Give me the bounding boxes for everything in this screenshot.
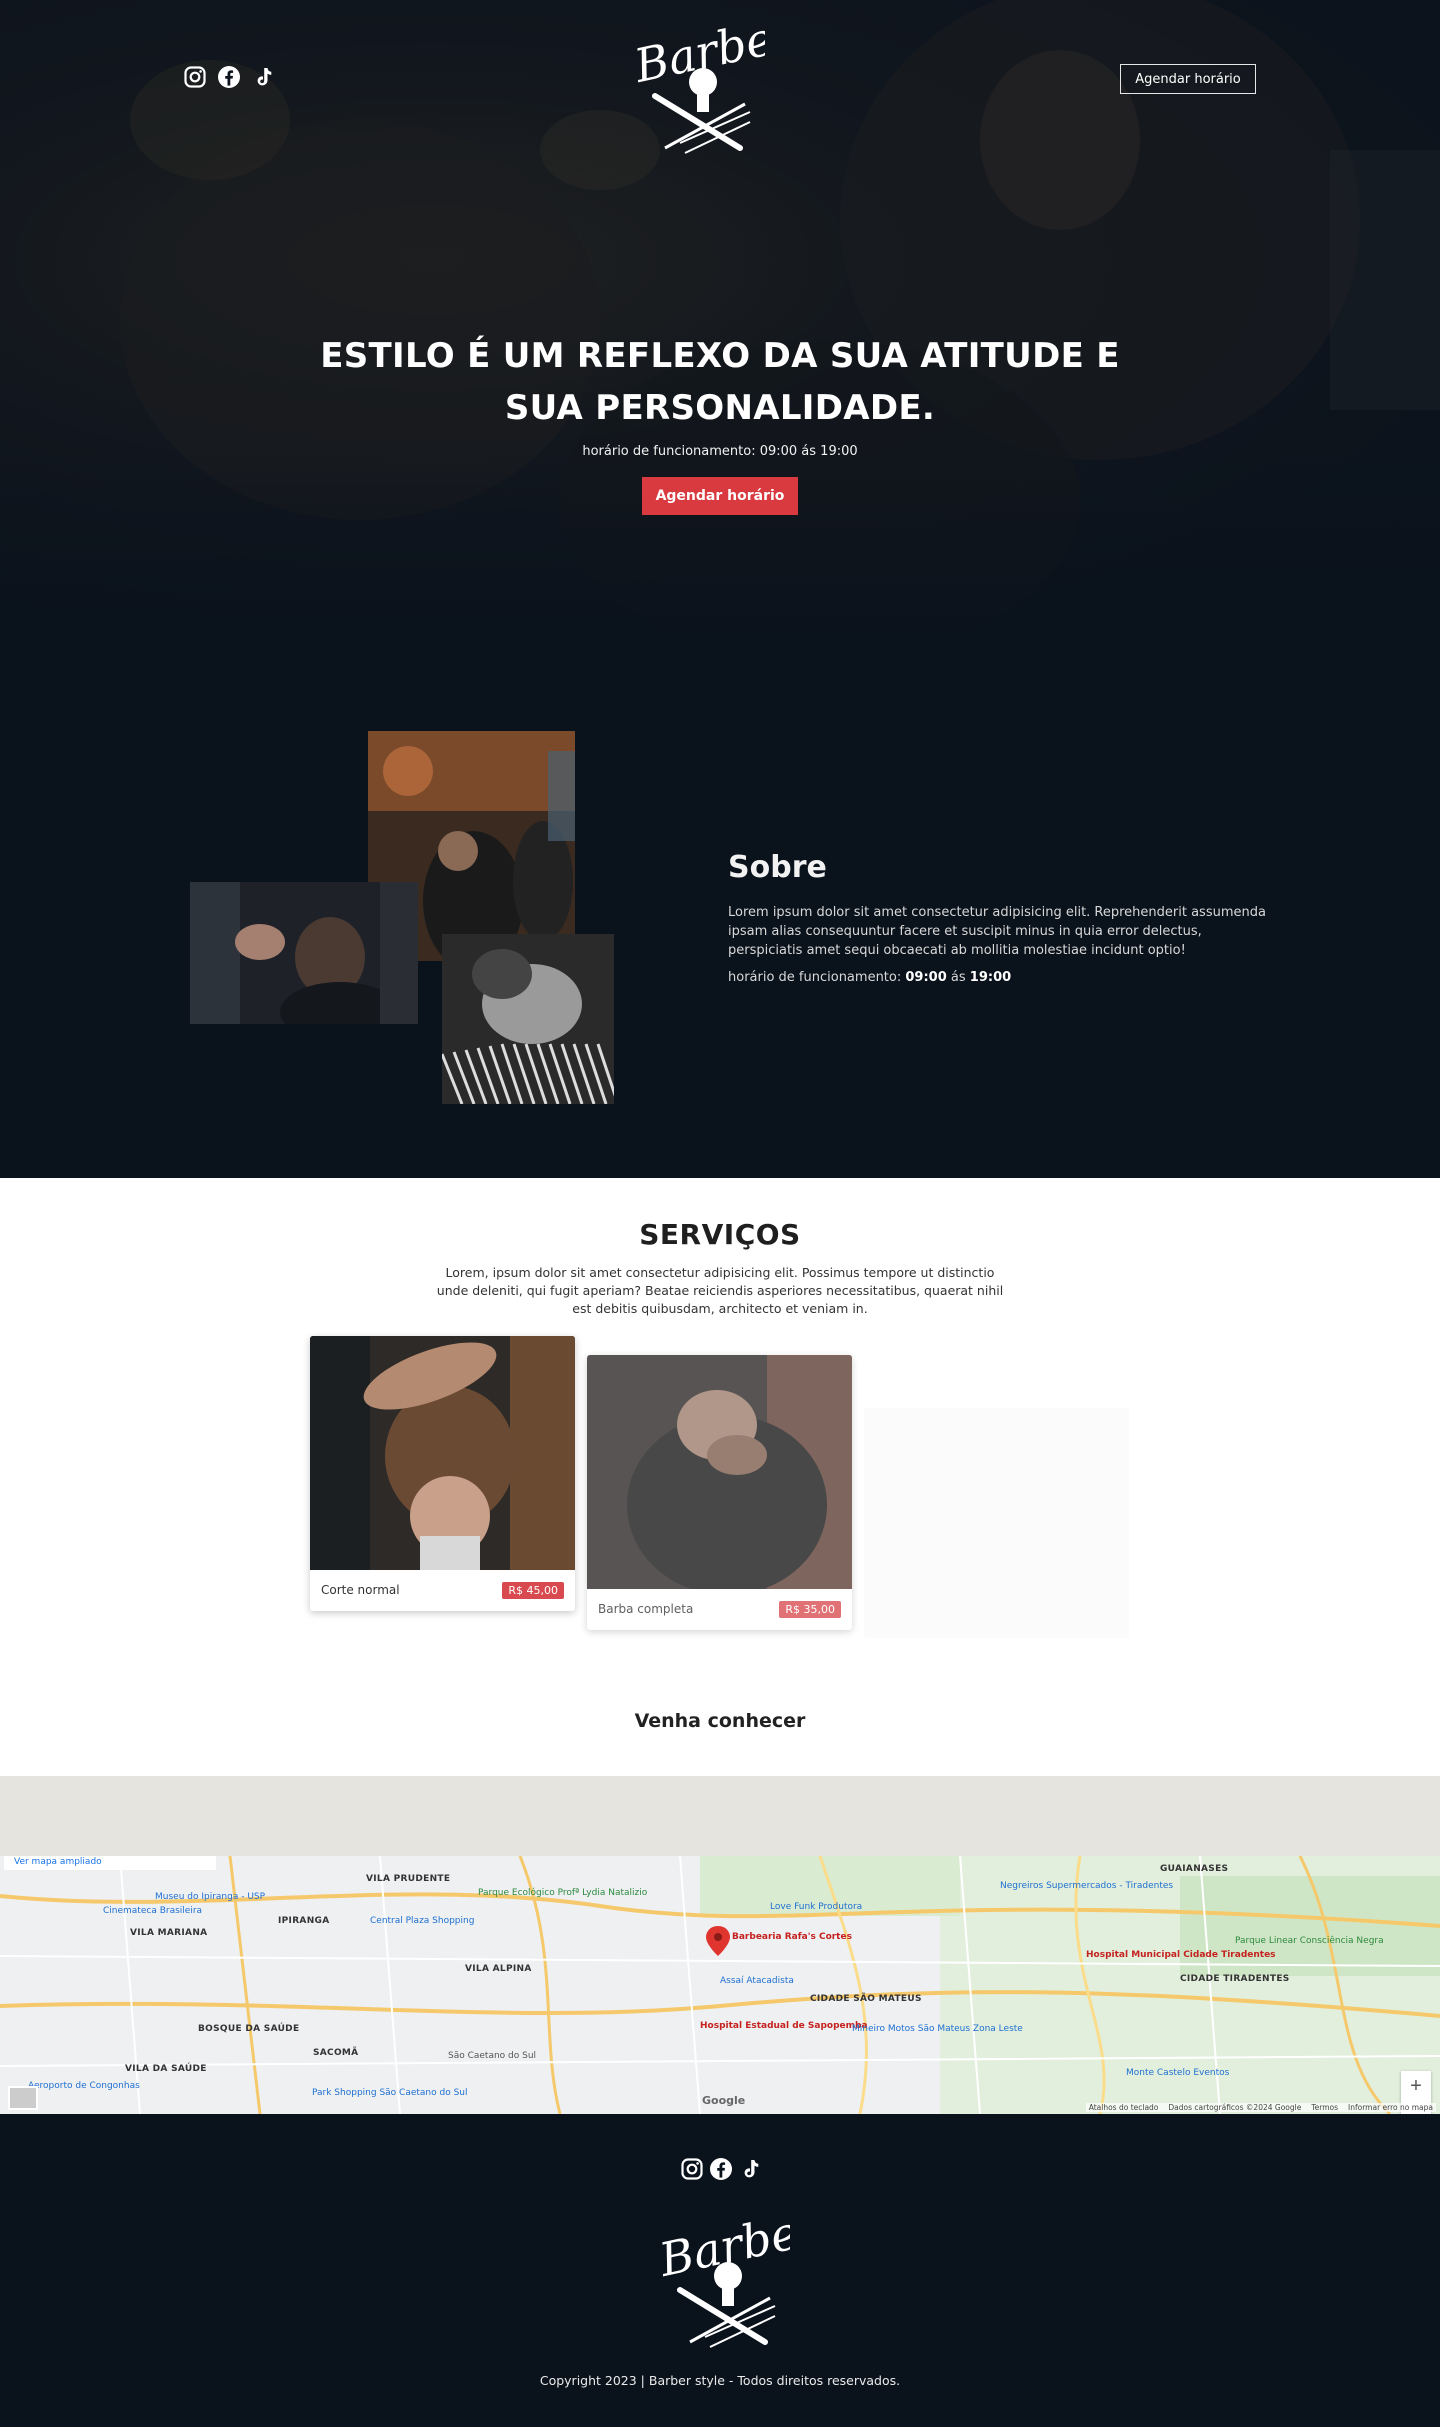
service-image-beard (587, 1355, 852, 1589)
about-text: Sobre Lorem ipsum dolor sit amet consect… (728, 850, 1268, 985)
hero-title-line1: ESTILO É UM REFLEXO DA SUA ATITUDE E (320, 336, 1120, 376)
copyright-text: Copyright 2023 | Barber style - Todos di… (539, 2373, 901, 2388)
map-attribution: Atalhos do teclado Dados cartográficos ©… (1085, 2103, 1436, 2112)
instagram-icon[interactable] (183, 65, 207, 89)
about-title: Sobre (728, 850, 827, 885)
hero-title-line2: SUA PERSONALIDADE. (504, 388, 936, 428)
about-body: Lorem ipsum dolor sit amet consectetur a… (728, 905, 1266, 958)
google-map[interactable]: VILA PRUDENTE IPIRANGA VILA MARIANA VILA… (0, 1856, 1440, 2114)
services-section: SERVIÇOS Lorem, ipsum dolor sit amet con… (0, 1178, 1440, 1776)
map-label: VILA MARIANA (130, 1928, 208, 1938)
service-price-badge: R$ 35,00 (779, 1600, 841, 1618)
view-larger-map-link[interactable]: Ver mapa ampliado (4, 1856, 216, 1870)
footer-socials (680, 2157, 762, 2181)
service-card-footer: Corte normal R$ 45,00 (310, 1570, 575, 1610)
hero-hours: horário de funcionamento: 09:00 ás 19:00 (582, 444, 858, 459)
service-price-badge: R$ 45,00 (502, 1581, 564, 1599)
instagram-icon[interactable] (680, 2157, 704, 2181)
keyboard-shortcuts-link[interactable]: Atalhos do teclado (1089, 2103, 1159, 2112)
footer-barber-logo: Barber (654, 2202, 790, 2348)
map-label: Negreiros Supermercados - Tiradentes (1000, 1881, 1174, 1891)
about-hours-open: 09:00 (905, 970, 947, 985)
service-card-haircut[interactable]: Corte normal R$ 45,00 (310, 1336, 575, 1611)
map-label: CIDADE TIRADENTES (1180, 1974, 1290, 1984)
map-label: VILA DA SAÚDE (125, 2064, 207, 2074)
facebook-icon[interactable] (709, 2157, 733, 2181)
map-label: São Caetano do Sul (448, 2051, 537, 2061)
map-business-label[interactable]: Barbearia Rafa's Cortes (732, 1932, 852, 1942)
hero-schedule-button[interactable]: Agendar horário (642, 477, 798, 515)
map-label: SACOMÃ (313, 2048, 359, 2058)
map-label: Mineiro Motos São Mateus Zona Leste (852, 2024, 1023, 2034)
map-label: CIDADE SÃO MATEUS (810, 1994, 922, 2004)
map-label: Parque Ecológico Profª Lydia Natalizio (478, 1888, 648, 1898)
service-card-footer: Barba completa R$ 35,00 (587, 1589, 852, 1629)
services-title: SERVIÇOS (639, 1218, 801, 1251)
map-label: Assaí Atacadista (720, 1976, 794, 1986)
about-hours-close: 19:00 (969, 970, 1012, 985)
zoom-in-button[interactable]: + (1401, 2071, 1431, 2101)
map-label: Parque Linear Consciência Negra (1235, 1936, 1384, 1946)
about-hours-prefix: horário de funcionamento: (728, 970, 906, 985)
map-label: Park Shopping São Caetano do Sul (312, 2088, 468, 2098)
report-error-link[interactable]: Informar erro no mapa (1348, 2103, 1433, 2112)
map-label: Hospital Municipal Cidade Tiradentes (1086, 1950, 1276, 1960)
services-description: Lorem, ipsum dolor sit amet consectetur … (436, 1265, 1004, 1316)
terms-link[interactable]: Termos (1311, 2103, 1338, 2112)
map-label: Cinemateca Brasileira (103, 1906, 203, 1916)
hero-title: ESTILO É UM REFLEXO DA SUA ATITUDE E SUA… (0, 330, 1440, 434)
service-image-haircut (310, 1336, 575, 1570)
map-label: Museu do Ipiranga - USP (155, 1892, 266, 1902)
footer: Barber Copyright 2023 | Barber style - T… (0, 2114, 1440, 2427)
hero-section: Barber Agendar horário ESTILO É UM REFLE… (0, 0, 1440, 650)
service-name: Barba completa (598, 1602, 694, 1616)
map-section[interactable]: VILA PRUDENTE IPIRANGA VILA MARIANA VILA… (0, 1776, 1440, 2114)
service-name: Corte normal (321, 1583, 400, 1597)
about-image-shave (442, 934, 614, 1104)
barber-logo: Barber (629, 8, 765, 154)
map-label: IPIRANGA (278, 1916, 330, 1926)
about-image-haircut (190, 882, 418, 1024)
header-socials (183, 65, 275, 89)
map-label: Hospital Estadual de Sapopemba (700, 2021, 868, 2031)
about-hours: horário de funcionamento: 09:00 ás 19:00 (728, 970, 1268, 985)
tiktok-icon[interactable] (738, 2157, 762, 2181)
map-label: GUAIANASES (1160, 1864, 1229, 1874)
map-top-band (0, 1776, 1440, 1856)
service-card-beard[interactable]: Barba completa R$ 35,00 (587, 1355, 852, 1630)
map-label: Love Funk Produtora (770, 1902, 863, 1912)
map-label: Monte Castelo Eventos (1126, 2068, 1230, 2078)
map-label: Central Plaza Shopping (370, 1916, 475, 1926)
map-label: VILA PRUDENTE (366, 1874, 451, 1884)
tiktok-icon[interactable] (251, 65, 275, 89)
about-hours-sep: ás (946, 970, 970, 985)
header-schedule-button[interactable]: Agendar horário (1120, 64, 1256, 94)
pegman-icon[interactable] (8, 2086, 38, 2110)
map-data-text: Dados cartográficos ©2024 Google (1168, 2103, 1302, 2112)
facebook-icon[interactable] (217, 65, 241, 89)
google-logo: Google (702, 2094, 746, 2107)
header: Barber Agendar horário (0, 0, 1440, 160)
service-card-placeholder (864, 1408, 1129, 1638)
map-label: Aeroporto de Congonhas (28, 2081, 140, 2091)
map-label: BOSQUE DA SAÚDE (198, 2024, 300, 2034)
hero-content: ESTILO É UM REFLEXO DA SUA ATITUDE E SUA… (0, 330, 1440, 515)
about-section: Sobre Lorem ipsum dolor sit amet consect… (0, 650, 1440, 1178)
map-label: VILA ALPINA (465, 1964, 532, 1974)
visit-title: Venha conhecer (634, 1710, 806, 1732)
